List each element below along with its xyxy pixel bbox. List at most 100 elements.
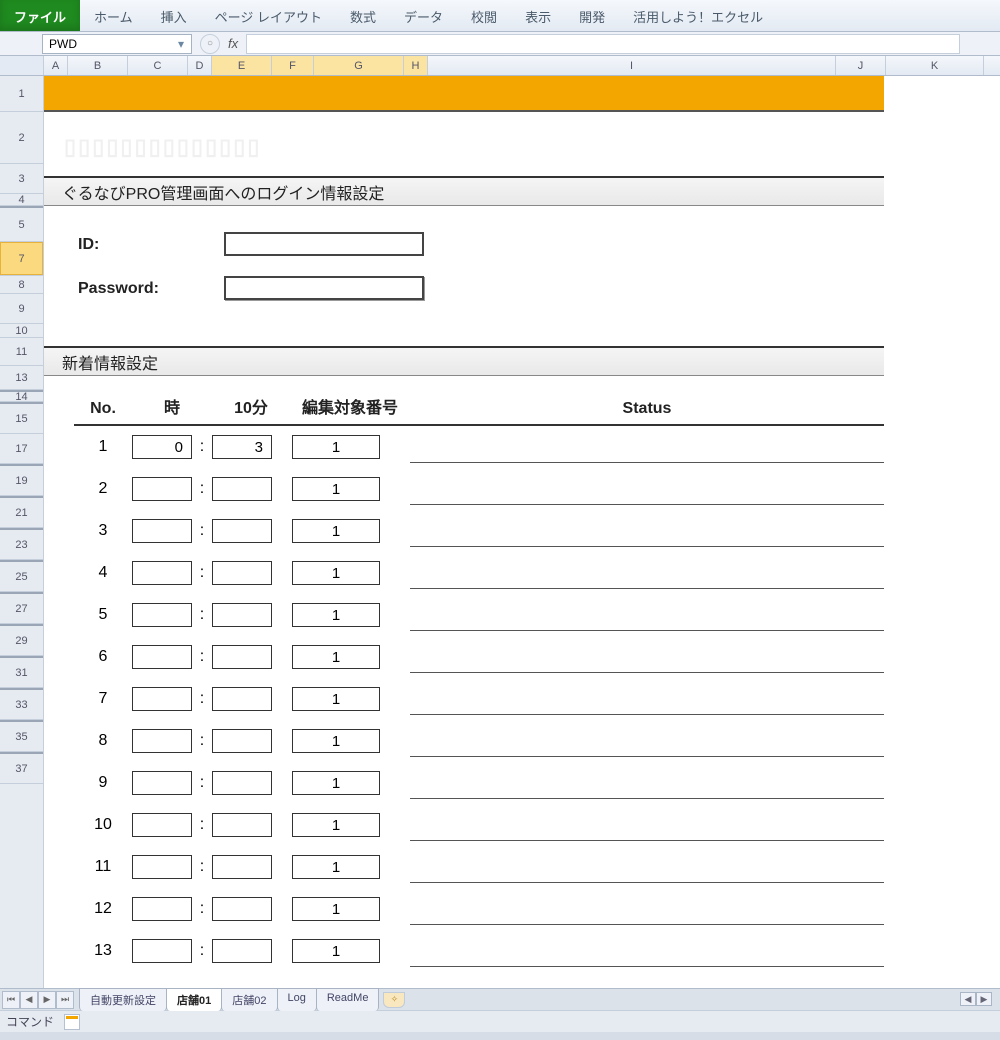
edit-target-input[interactable]: 1 bbox=[292, 855, 380, 879]
minute-input[interactable] bbox=[212, 519, 272, 543]
worksheet[interactable]: ▯▯▯▯▯▯▯▯▯▯▯▯▯▯ ぐるなびPRO管理画面へのログイン情報設定 ID:… bbox=[44, 76, 1000, 988]
hour-input[interactable] bbox=[132, 645, 192, 669]
row-header-1[interactable]: 1 bbox=[0, 76, 43, 112]
row-header-23[interactable]: 23 bbox=[0, 530, 43, 560]
hour-input[interactable] bbox=[132, 519, 192, 543]
col-header-F[interactable]: F bbox=[272, 56, 314, 75]
tab-nav-first[interactable]: ⏮ bbox=[2, 991, 20, 1009]
hscroll-left-icon[interactable]: ◀ bbox=[960, 992, 976, 1006]
minute-input[interactable] bbox=[212, 771, 272, 795]
status-cell[interactable] bbox=[410, 943, 884, 967]
col-header-I[interactable]: I bbox=[428, 56, 836, 75]
hscroll-right-icon[interactable]: ▶ bbox=[976, 992, 992, 1006]
col-header-H[interactable]: H bbox=[404, 56, 428, 75]
ribbon-tab-3[interactable]: ページ レイアウト bbox=[201, 0, 336, 31]
status-cell[interactable] bbox=[410, 439, 884, 463]
tab-nav-last[interactable]: ⏭ bbox=[56, 991, 74, 1009]
status-cell[interactable] bbox=[410, 523, 884, 547]
minute-input[interactable] bbox=[212, 561, 272, 585]
sheet-tab[interactable]: ReadMe bbox=[316, 988, 380, 1011]
edit-target-input[interactable]: 1 bbox=[292, 519, 380, 543]
row-header-19[interactable]: 19 bbox=[0, 466, 43, 496]
status-cell[interactable] bbox=[410, 817, 884, 841]
edit-target-input[interactable]: 1 bbox=[292, 687, 380, 711]
edit-target-input[interactable]: 1 bbox=[292, 771, 380, 795]
hour-input[interactable] bbox=[132, 477, 192, 501]
col-header-C[interactable]: C bbox=[128, 56, 188, 75]
sheet-tab[interactable]: 店舗01 bbox=[166, 988, 222, 1011]
ribbon-tab-7[interactable]: 表示 bbox=[511, 0, 565, 31]
row-header-4[interactable]: 4 bbox=[0, 194, 43, 206]
status-cell[interactable] bbox=[410, 733, 884, 757]
row-header-27[interactable]: 27 bbox=[0, 594, 43, 624]
minute-input[interactable] bbox=[212, 603, 272, 627]
row-header-21[interactable]: 21 bbox=[0, 498, 43, 528]
col-header-D[interactable]: D bbox=[188, 56, 212, 75]
macro-record-icon[interactable] bbox=[64, 1014, 80, 1030]
tab-nav-next[interactable]: ▶ bbox=[38, 991, 56, 1009]
col-header-A[interactable]: A bbox=[44, 56, 68, 75]
row-header-11[interactable]: 11 bbox=[0, 338, 43, 366]
sheet-tab[interactable]: 店舗02 bbox=[221, 988, 277, 1011]
status-cell[interactable] bbox=[410, 607, 884, 631]
minute-input[interactable] bbox=[212, 855, 272, 879]
row-header-33[interactable]: 33 bbox=[0, 690, 43, 720]
edit-target-input[interactable]: 1 bbox=[292, 477, 380, 501]
formula-input[interactable] bbox=[246, 34, 960, 54]
hour-input[interactable] bbox=[132, 813, 192, 837]
hour-input[interactable] bbox=[132, 771, 192, 795]
ribbon-tab-9[interactable]: 活用しよう！エクセル bbox=[619, 0, 777, 31]
row-header-13[interactable]: 13 bbox=[0, 366, 43, 390]
minute-input[interactable]: 3 bbox=[212, 435, 272, 459]
ribbon-tab-5[interactable]: データ bbox=[390, 0, 457, 31]
password-input[interactable] bbox=[224, 276, 424, 300]
edit-target-input[interactable]: 1 bbox=[292, 561, 380, 585]
fx-label[interactable]: fx bbox=[228, 36, 238, 51]
row-header-17[interactable]: 17 bbox=[0, 434, 43, 464]
row-header-37[interactable]: 37 bbox=[0, 754, 43, 784]
hour-input[interactable] bbox=[132, 687, 192, 711]
col-header-G[interactable]: G bbox=[314, 56, 404, 75]
hour-input[interactable] bbox=[132, 561, 192, 585]
hour-input[interactable] bbox=[132, 939, 192, 963]
row-header-5[interactable]: 5 bbox=[0, 208, 43, 242]
col-header-K[interactable]: K bbox=[886, 56, 984, 75]
minute-input[interactable] bbox=[212, 477, 272, 501]
horizontal-scroll[interactable]: ◀ ▶ bbox=[960, 992, 996, 1006]
status-cell[interactable] bbox=[410, 859, 884, 883]
tab-nav-prev[interactable]: ◀ bbox=[20, 991, 38, 1009]
fx-circle-icon[interactable]: ○ bbox=[200, 34, 220, 54]
edit-target-input[interactable]: 1 bbox=[292, 897, 380, 921]
row-header-2[interactable]: 2 bbox=[0, 112, 43, 164]
row-header-3[interactable]: 3 bbox=[0, 164, 43, 194]
edit-target-input[interactable]: 1 bbox=[292, 939, 380, 963]
row-header-15[interactable]: 15 bbox=[0, 404, 43, 434]
add-sheet-button[interactable]: ✧ bbox=[383, 992, 405, 1008]
edit-target-input[interactable]: 1 bbox=[292, 645, 380, 669]
col-header-B[interactable]: B bbox=[68, 56, 128, 75]
id-input[interactable] bbox=[224, 232, 424, 256]
row-header-14[interactable]: 14 bbox=[0, 392, 43, 402]
row-header-10[interactable]: 10 bbox=[0, 324, 43, 338]
row-header-31[interactable]: 31 bbox=[0, 658, 43, 688]
hour-input[interactable]: 0 bbox=[132, 435, 192, 459]
ribbon-tab-6[interactable]: 校閲 bbox=[457, 0, 511, 31]
minute-input[interactable] bbox=[212, 897, 272, 921]
minute-input[interactable] bbox=[212, 813, 272, 837]
hour-input[interactable] bbox=[132, 855, 192, 879]
sheet-tab[interactable]: Log bbox=[277, 988, 317, 1011]
sheet-tab[interactable]: 自動更新設定 bbox=[79, 988, 167, 1011]
status-cell[interactable] bbox=[410, 481, 884, 505]
ribbon-tab-1[interactable]: ホーム bbox=[80, 0, 147, 31]
status-cell[interactable] bbox=[410, 901, 884, 925]
name-box[interactable]: PWD ▾ bbox=[42, 34, 192, 54]
minute-input[interactable] bbox=[212, 729, 272, 753]
edit-target-input[interactable]: 1 bbox=[292, 813, 380, 837]
row-header-8[interactable]: 8 bbox=[0, 276, 43, 294]
row-header-29[interactable]: 29 bbox=[0, 626, 43, 656]
ribbon-tab-4[interactable]: 数式 bbox=[336, 0, 390, 31]
status-cell[interactable] bbox=[410, 565, 884, 589]
minute-input[interactable] bbox=[212, 939, 272, 963]
chevron-down-icon[interactable]: ▾ bbox=[173, 37, 189, 51]
status-cell[interactable] bbox=[410, 775, 884, 799]
